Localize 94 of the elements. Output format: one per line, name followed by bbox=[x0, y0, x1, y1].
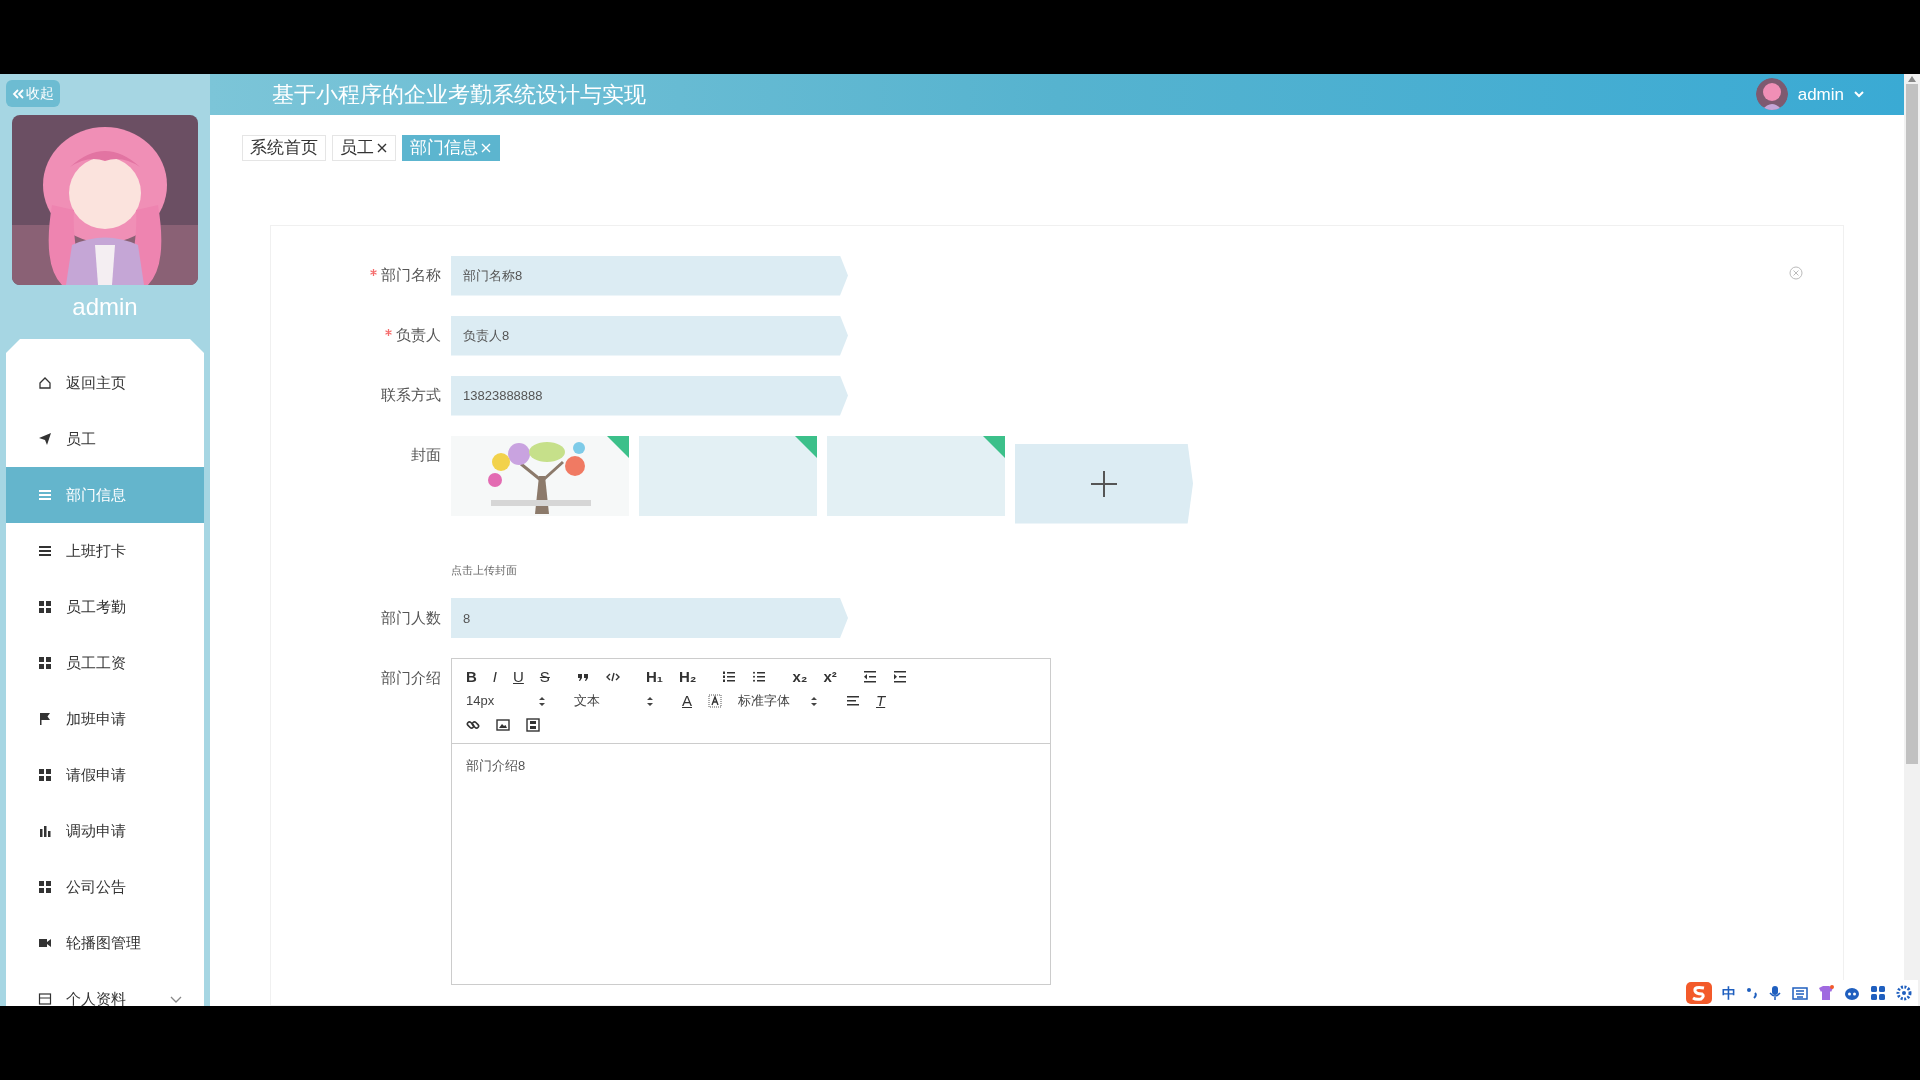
toolbar-button[interactable] bbox=[846, 694, 860, 708]
sidebar-item[interactable]: 轮播图管理 bbox=[6, 915, 204, 971]
toolbar-button[interactable] bbox=[862, 670, 877, 684]
toolbar-button[interactable]: U bbox=[513, 665, 524, 689]
toolbar-select[interactable]: 标准字体 bbox=[738, 691, 818, 711]
card-icon bbox=[38, 992, 52, 1006]
grid-icon bbox=[38, 656, 52, 670]
image-thumbnail[interactable] bbox=[639, 435, 817, 516]
field-label: 封面 bbox=[411, 445, 441, 466]
bullet-list-icon bbox=[752, 670, 767, 684]
sidebar-item[interactable]: 调动申请 bbox=[6, 803, 204, 859]
input-field[interactable]: 部门名称8 bbox=[451, 255, 848, 296]
sidebar-item[interactable]: 加班申请 bbox=[6, 691, 204, 747]
editor-text-area[interactable]: 部门介绍8 bbox=[452, 744, 1050, 984]
grid-icon bbox=[38, 880, 52, 894]
scroll-thumb[interactable] bbox=[1906, 84, 1918, 764]
toolbar-button[interactable] bbox=[708, 694, 722, 708]
toolbar-button[interactable] bbox=[496, 718, 510, 732]
input-field[interactable]: 13823888888 bbox=[451, 375, 848, 416]
sidebar-item[interactable]: 上班打卡 bbox=[6, 523, 204, 579]
input-field[interactable]: 负责人8 bbox=[451, 315, 848, 356]
toolbar-button[interactable]: x² bbox=[823, 665, 837, 689]
code-icon bbox=[605, 670, 620, 684]
microphone-icon bbox=[1768, 985, 1782, 1001]
image-thumbnail[interactable] bbox=[827, 435, 1005, 516]
flag-icon bbox=[38, 712, 52, 726]
toolbar-button[interactable]: I bbox=[492, 665, 497, 689]
upload-hint: 点击上传封面 bbox=[451, 562, 518, 578]
input-mode-label[interactable]: 中 bbox=[1722, 982, 1736, 1004]
sidebar-item[interactable]: 个人资料 bbox=[6, 971, 204, 1006]
sidebar-item[interactable]: 员工考勤 bbox=[6, 579, 204, 635]
field-label: 部门名称 bbox=[381, 265, 441, 286]
indent-icon bbox=[892, 670, 907, 684]
chevron-down-icon bbox=[1854, 90, 1864, 99]
field-label: 联系方式 bbox=[381, 385, 441, 406]
toolbar-button[interactable]: x₂ bbox=[792, 665, 808, 689]
home-icon bbox=[38, 376, 52, 390]
toolbar-button[interactable] bbox=[605, 670, 620, 684]
field-label: 部门人数 bbox=[381, 607, 441, 628]
grid-icon bbox=[1870, 985, 1886, 1001]
toolbar-button[interactable]: A bbox=[682, 689, 692, 713]
tab[interactable]: 员工 bbox=[332, 134, 396, 161]
field-label: 部门介绍 bbox=[381, 667, 441, 688]
link-icon bbox=[466, 718, 480, 732]
bar-chart-icon bbox=[38, 824, 52, 838]
film-icon bbox=[526, 718, 540, 732]
toolbar-button[interactable]: T bbox=[876, 689, 886, 713]
avatar-icon bbox=[1755, 78, 1788, 111]
toolbar-button[interactable] bbox=[466, 718, 480, 732]
field-label: 负责人 bbox=[396, 325, 441, 346]
grid-icon bbox=[38, 600, 52, 614]
sort-arrows-icon bbox=[810, 695, 818, 707]
align-left-icon bbox=[846, 694, 860, 708]
video-camera-icon bbox=[38, 936, 52, 950]
toolbar-button[interactable]: H₁ bbox=[645, 665, 663, 689]
list-icon bbox=[38, 488, 52, 502]
highlight-icon bbox=[708, 694, 722, 708]
sidebar-item[interactable]: 员工 bbox=[6, 411, 204, 467]
numbered-list-icon bbox=[722, 670, 737, 684]
close-circle-icon bbox=[1789, 265, 1803, 280]
toolbar-button[interactable] bbox=[892, 670, 907, 684]
punctuation-icon bbox=[1746, 986, 1758, 1000]
paper-plane-icon bbox=[38, 432, 52, 446]
settings-icon bbox=[1896, 985, 1912, 1001]
sidebar-item[interactable]: 返回主页 bbox=[6, 355, 204, 411]
sidebar-item[interactable]: 请假申请 bbox=[6, 747, 204, 803]
plus-icon bbox=[1091, 470, 1117, 497]
keyboard-icon bbox=[1792, 985, 1808, 1001]
corner-tag-icon bbox=[795, 435, 817, 458]
list-icon bbox=[38, 544, 52, 558]
shirt-icon bbox=[1818, 985, 1834, 1001]
image-icon bbox=[496, 718, 510, 732]
toolbar-select[interactable]: 14px bbox=[466, 691, 546, 711]
tab[interactable]: 系统首页 bbox=[242, 134, 326, 161]
grid-icon bbox=[38, 768, 52, 782]
double-chevron-left-icon bbox=[12, 87, 24, 100]
scroll-up-icon[interactable] bbox=[1908, 76, 1916, 82]
sort-arrows-icon bbox=[538, 695, 546, 707]
outdent-icon bbox=[862, 670, 877, 684]
sort-arrows-icon bbox=[646, 695, 654, 707]
corner-tag-icon bbox=[607, 435, 629, 458]
toolbar-button[interactable] bbox=[526, 718, 540, 732]
toolbar-button[interactable] bbox=[722, 670, 737, 684]
user-name: admin bbox=[72, 292, 138, 322]
toolbar-button[interactable]: S bbox=[539, 665, 550, 689]
sidebar-item[interactable]: 员工工资 bbox=[6, 635, 204, 691]
toolbar-button[interactable] bbox=[752, 670, 767, 684]
input-field[interactable]: 8 bbox=[451, 598, 848, 638]
toolbar-button[interactable]: B bbox=[466, 665, 477, 689]
toolbar-select[interactable]: 文本 bbox=[574, 691, 654, 711]
app-title: 基于小程序的企业考勤系统设计与实现 bbox=[272, 80, 646, 109]
corner-tag-icon bbox=[983, 435, 1005, 458]
sidebar-item[interactable]: 公司公告 bbox=[6, 859, 204, 915]
toolbar-button[interactable]: H₂ bbox=[678, 665, 697, 689]
